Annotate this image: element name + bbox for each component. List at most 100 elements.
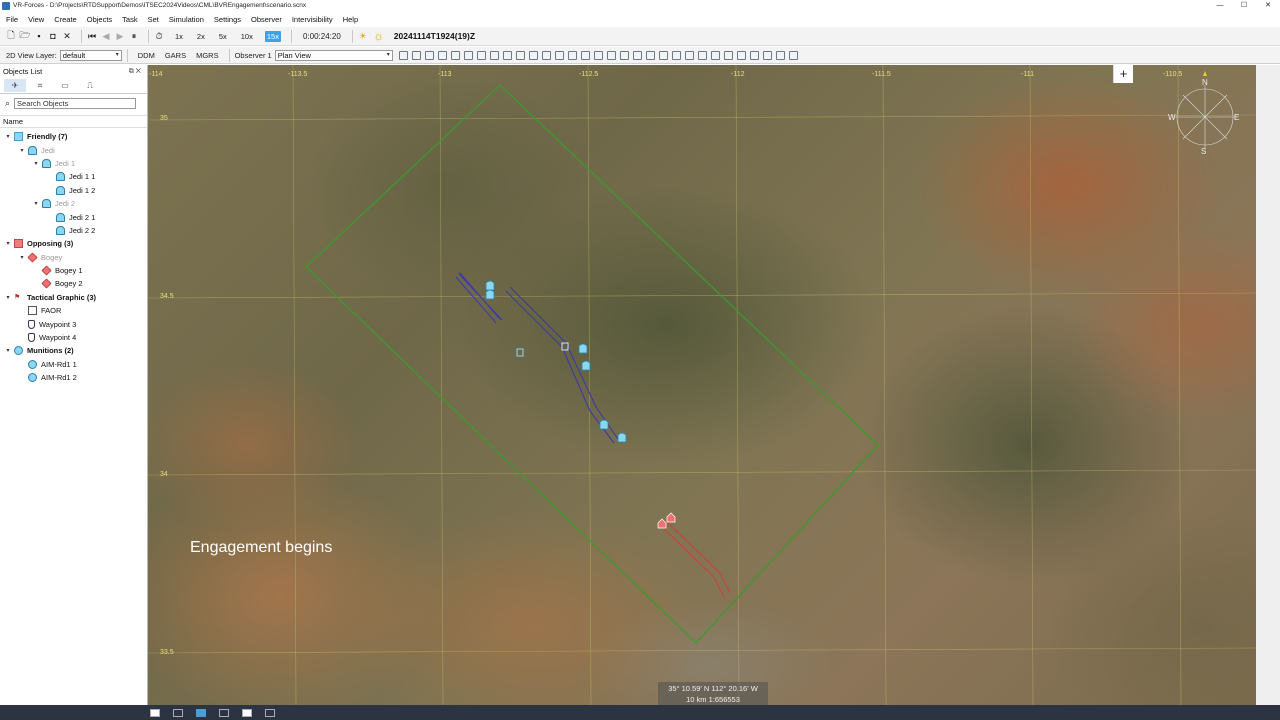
expand-toggle-icon[interactable]: ▾ — [4, 240, 12, 247]
tab-hierarchy-icon[interactable]: ⌗ — [29, 79, 51, 92]
scale-tool-icon[interactable] — [762, 50, 772, 60]
waypoint-3-marker[interactable] — [516, 348, 524, 357]
menu-file[interactable]: File — [6, 15, 18, 24]
expand-toggle-icon[interactable]: ▾ — [32, 200, 40, 207]
warning-tool-icon[interactable] — [489, 50, 499, 60]
tab-folder-icon[interactable]: ▭ — [54, 79, 76, 92]
jedi-1-1-marker[interactable] — [485, 280, 495, 291]
menu-view[interactable]: View — [28, 15, 44, 24]
jedi-2-2-marker[interactable] — [581, 360, 591, 371]
circle-tool-icon[interactable] — [567, 50, 577, 60]
vision-tool-icon[interactable] — [476, 50, 486, 60]
menu-help[interactable]: Help — [343, 15, 358, 24]
image-tool-icon[interactable] — [502, 50, 512, 60]
link-tool-icon[interactable] — [541, 50, 551, 60]
status-grid-icon[interactable] — [242, 708, 252, 717]
expand-toggle-icon[interactable]: ▾ — [18, 254, 26, 261]
tree-item[interactable]: Jedi 1 2 — [0, 184, 147, 197]
bogey-1-marker[interactable] — [657, 518, 667, 529]
filter2-tool-icon[interactable] — [723, 50, 733, 60]
tree-item[interactable]: Jedi 1 1 — [0, 170, 147, 183]
menu-task[interactable]: Task — [122, 15, 137, 24]
note-tool-icon[interactable] — [658, 50, 668, 60]
screenshot-icon[interactable]: ◘ — [48, 31, 58, 41]
area-tool-icon[interactable] — [528, 50, 538, 60]
expand-toggle-icon[interactable]: ▾ — [4, 347, 12, 354]
tree-item[interactable]: Jedi 2 1 — [0, 210, 147, 223]
sun-small-icon[interactable]: ☀ — [358, 31, 368, 41]
menu-create[interactable]: Create — [54, 15, 77, 24]
mark-tool-icon[interactable] — [554, 50, 564, 60]
book-tool-icon[interactable] — [710, 50, 720, 60]
plus-tool-icon[interactable] — [593, 50, 603, 60]
open-folder-icon[interactable]: 🗁 — [19, 30, 30, 41]
minimize-button[interactable]: — — [1208, 0, 1232, 11]
menu-settings[interactable]: Settings — [214, 15, 241, 24]
ddm-button[interactable]: DDM — [138, 51, 155, 60]
sound-tool-icon[interactable] — [684, 50, 694, 60]
layer-select[interactable]: default ▾ — [59, 49, 122, 61]
aim-rd1-2-marker[interactable] — [617, 432, 627, 443]
speed-15x-button[interactable]: 15x — [264, 30, 281, 42]
tree-item[interactable]: ▾ Munitions (2) — [0, 344, 147, 357]
play-icon[interactable]: ▶ — [115, 31, 125, 41]
expand-toggle-icon[interactable]: ▾ — [4, 133, 12, 140]
tree-item[interactable]: AIM-Rd1 2 — [0, 371, 147, 384]
tree-item[interactable]: Jedi 2 2 — [0, 224, 147, 237]
maximize-button[interactable]: ☐ — [1232, 0, 1256, 11]
status-entities-icon[interactable] — [196, 708, 206, 717]
mgrs-button[interactable]: MGRS — [196, 51, 219, 60]
target-tool-icon[interactable] — [632, 50, 642, 60]
status-printer-icon[interactable] — [265, 708, 275, 717]
observer-view-select[interactable]: Plan View ▾ — [274, 49, 393, 61]
measure-tool-icon[interactable] — [606, 50, 616, 60]
tree-item[interactable]: ▾ Opposing (3) — [0, 237, 147, 250]
expand-toggle-icon[interactable]: ▾ — [4, 294, 12, 301]
zoom-in-button[interactable]: + — [1113, 65, 1133, 83]
column-header-name[interactable]: Name — [0, 115, 147, 128]
speed-10x-button[interactable]: 10x — [239, 31, 255, 42]
tree-item[interactable]: Waypoint 3 — [0, 317, 147, 330]
chart-tool-icon[interactable] — [697, 50, 707, 60]
graph-tool-icon[interactable] — [619, 50, 629, 60]
sensor-tool-icon[interactable] — [450, 50, 460, 60]
fit-tool-icon[interactable] — [788, 50, 798, 60]
tree-item[interactable]: ▾ Jedi 2 — [0, 197, 147, 210]
tree-item[interactable]: AIM-Rd1 1 — [0, 358, 147, 371]
expand-toggle-icon[interactable]: ▾ — [32, 160, 40, 167]
tree-item[interactable]: Bogey 1 — [0, 264, 147, 277]
step-back-icon[interactable]: ◀ — [101, 31, 111, 41]
filter-tool-icon[interactable] — [424, 50, 434, 60]
speed-1x-button[interactable]: 1x — [173, 31, 185, 42]
rewind-icon[interactable]: ⏮ — [87, 31, 97, 41]
status-layers-icon[interactable] — [219, 708, 229, 717]
menu-observer[interactable]: Observer — [251, 15, 282, 24]
tree-item[interactable]: ▾ ⚑ Tactical Graphic (3) — [0, 291, 147, 304]
map-view[interactable]: -114 -113.5 -113 -112.5 -112 -111.5 -111… — [148, 65, 1256, 705]
pause-icon[interactable]: ⏸ — [129, 31, 139, 41]
bogey-2-marker[interactable] — [666, 512, 676, 523]
sun-large-icon[interactable]: ☼ — [372, 29, 386, 43]
tree-item[interactable]: FAOR — [0, 304, 147, 317]
route-tool-icon[interactable] — [515, 50, 525, 60]
search-input[interactable]: Search Objects — [14, 97, 137, 109]
select-tool-icon[interactable] — [398, 50, 408, 60]
layer-tool-icon[interactable] — [411, 50, 421, 60]
tree-item[interactable]: ▾ Jedi — [0, 143, 147, 156]
speed-2x-button[interactable]: 2x — [195, 31, 207, 42]
tab-entities-icon[interactable]: ✈ — [4, 79, 26, 92]
gars-button[interactable]: GARS — [165, 51, 186, 60]
tree-item[interactable]: Waypoint 4 — [0, 331, 147, 344]
menu-intervisibility[interactable]: Intervisibility — [292, 15, 333, 24]
tree-item[interactable]: ▾ Jedi 1 — [0, 157, 147, 170]
comment-tool-icon[interactable] — [749, 50, 759, 60]
line-tool-icon[interactable] — [580, 50, 590, 60]
speed-5x-button[interactable]: 5x — [217, 31, 229, 42]
brush-tool-icon[interactable] — [671, 50, 681, 60]
grid-tool-icon[interactable] — [736, 50, 746, 60]
close-scenario-icon[interactable]: ✕ — [62, 31, 72, 41]
panel-undock-close-icon[interactable]: ⧉ ✕ — [129, 68, 141, 76]
expand-toggle-icon[interactable]: ▾ — [18, 147, 26, 154]
menu-set[interactable]: Set — [148, 15, 159, 24]
status-tactical-icon[interactable] — [173, 708, 183, 717]
